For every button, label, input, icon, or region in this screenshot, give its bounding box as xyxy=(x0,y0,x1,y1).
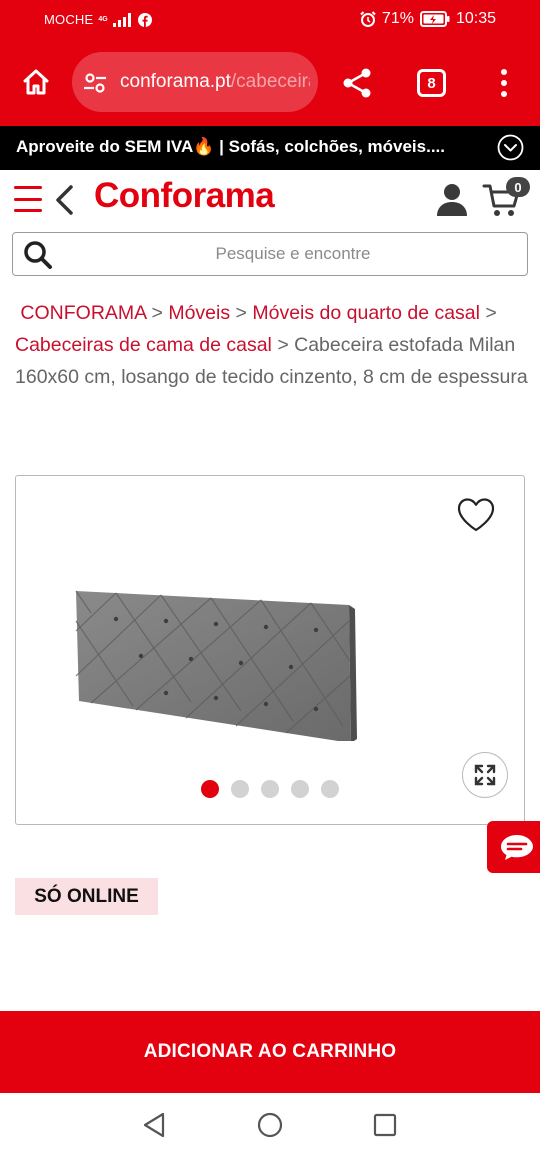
clock: 10:35 xyxy=(455,10,496,27)
battery-icon xyxy=(419,11,450,27)
gallery-dot[interactable] xyxy=(291,780,309,798)
account-icon[interactable] xyxy=(436,182,468,216)
url-text[interactable]: conforama.pt/cabeceira xyxy=(120,71,310,93)
back-chevron-icon[interactable] xyxy=(52,184,76,216)
online-only-badge: SÓ ONLINE xyxy=(15,878,158,915)
breadcrumb-separator: > xyxy=(485,302,497,324)
expand-button[interactable] xyxy=(462,752,508,798)
add-to-cart-button[interactable]: ADICIONAR AO CARRINHO xyxy=(0,1011,540,1093)
status-right: 71% 10:35 xyxy=(360,10,496,28)
chat-button[interactable] xyxy=(487,821,540,873)
expand-icon xyxy=(474,764,496,786)
status-left: MOCHE 4G xyxy=(44,12,152,27)
site-settings-icon[interactable] xyxy=(82,70,108,96)
home-icon xyxy=(23,69,49,95)
url-bar[interactable]: conforama.pt/cabeceira xyxy=(72,52,318,112)
tabs-icon[interactable]: 8 xyxy=(417,69,446,97)
cart-count-badge: 0 xyxy=(506,177,530,197)
breadcrumb: CONFORAMA > Móveis > Móveis do quarto de… xyxy=(15,297,529,393)
breadcrumb-link-moveis[interactable]: Móveis xyxy=(168,302,230,324)
battery-percent: 71% xyxy=(381,10,414,27)
gallery-dot[interactable] xyxy=(261,780,279,798)
breadcrumb-separator: > xyxy=(277,334,289,356)
browser-toolbar: conforama.pt/cabeceira 8 xyxy=(0,52,540,114)
facebook-icon xyxy=(137,12,152,27)
more-vert-icon[interactable] xyxy=(494,66,514,100)
system-nav-bar xyxy=(0,1093,540,1156)
breadcrumb-link-moveis-quarto-casal[interactable]: Móveis do quarto de casal xyxy=(252,302,480,324)
home-button[interactable] xyxy=(18,62,54,102)
search-input[interactable] xyxy=(73,233,513,275)
network-type: 4G xyxy=(98,16,108,23)
gallery-dot[interactable] xyxy=(231,780,249,798)
chevron-down-icon[interactable] xyxy=(497,134,524,161)
breadcrumb-link-cabeceiras[interactable]: Cabeceiras de cama de casal xyxy=(15,334,272,356)
breadcrumb-separator: > xyxy=(235,302,247,324)
search-icon[interactable] xyxy=(23,240,53,270)
site-header: Conforama xyxy=(0,170,540,230)
chat-icon xyxy=(501,835,533,860)
status-bar: MOCHE 4G 71% 10:35 xyxy=(0,0,540,40)
nav-back-icon[interactable] xyxy=(141,1111,167,1139)
share-icon[interactable] xyxy=(340,66,374,100)
breadcrumb-link-conforama[interactable]: CONFORAMA xyxy=(20,302,146,324)
url-path: /cabeceira xyxy=(230,71,310,92)
gallery-pagination xyxy=(201,780,339,798)
product-gallery[interactable] xyxy=(15,475,525,825)
search-bar xyxy=(12,232,528,276)
gallery-dot[interactable] xyxy=(321,780,339,798)
signal-icon xyxy=(112,12,131,27)
hamburger-icon[interactable] xyxy=(14,186,42,212)
nav-home-icon[interactable] xyxy=(257,1112,283,1138)
breadcrumb-separator: > xyxy=(151,302,163,324)
promo-banner[interactable]: Aproveite do SEM IVA🔥 | Sofás, colchões,… xyxy=(0,126,540,170)
gallery-dot[interactable] xyxy=(201,780,219,798)
nav-recent-icon[interactable] xyxy=(373,1113,397,1137)
url-domain: conforama.pt xyxy=(120,71,231,92)
browser-chrome: MOCHE 4G 71% 10:35 conforama.pt/cabeceir… xyxy=(0,0,540,126)
heart-icon[interactable] xyxy=(456,496,496,534)
page: MOCHE 4G 71% 10:35 conforama.pt/cabeceir… xyxy=(0,0,540,1156)
alarm-icon xyxy=(360,11,376,27)
carrier-name: MOCHE xyxy=(44,12,94,27)
conforama-logo[interactable]: Conforama xyxy=(94,176,275,216)
product-image[interactable] xyxy=(71,581,361,741)
promo-text: Aproveite do SEM IVA🔥 | Sofás, colchões,… xyxy=(16,137,445,156)
